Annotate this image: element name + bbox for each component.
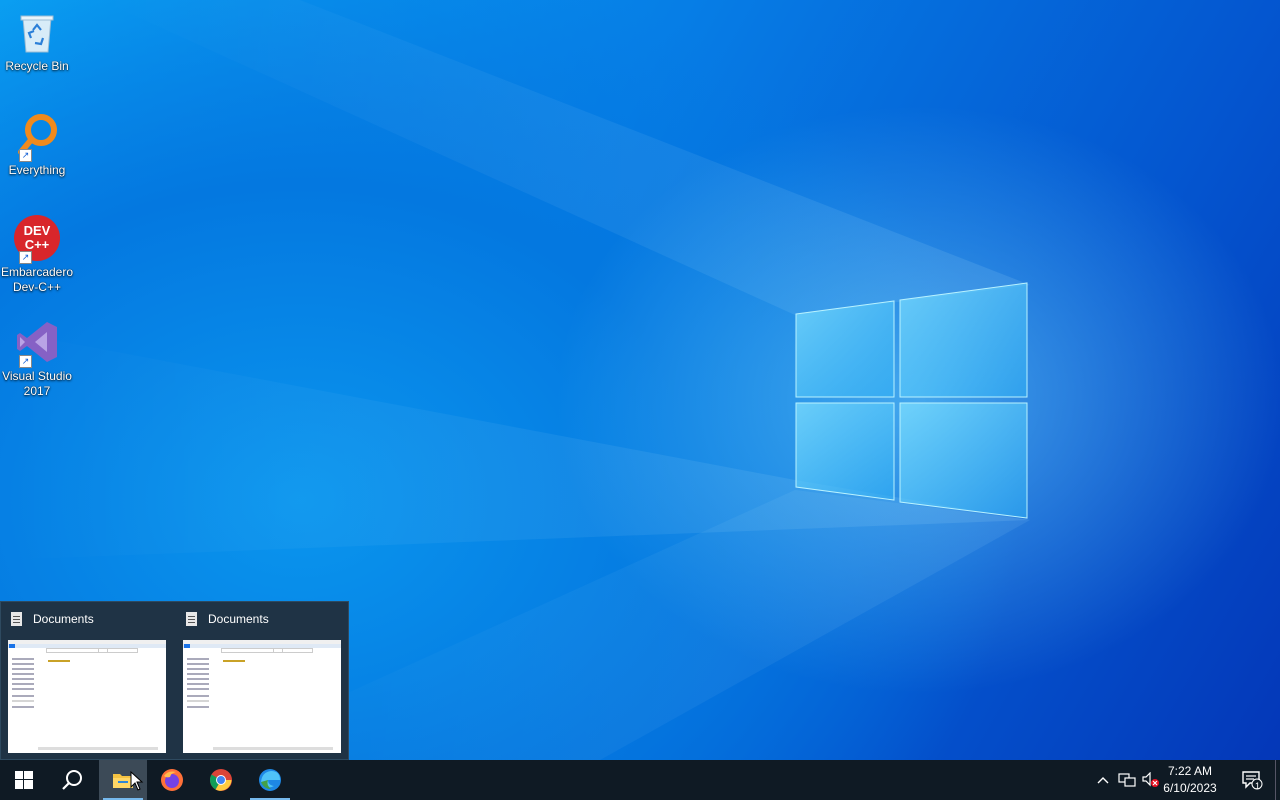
- firefox-icon: [161, 769, 183, 791]
- notification-count-badge: 1: [1255, 781, 1261, 791]
- network-tray-button[interactable]: [1116, 760, 1138, 800]
- shortcut-arrow-icon: ↗: [19, 251, 32, 264]
- desktop-icon-label: Everything: [8, 163, 66, 177]
- desktop-icon-visual-studio[interactable]: ↗ Visual Studio 2017: [0, 318, 74, 399]
- desktop-icon-devcpp[interactable]: DEV C++ ↗ Embarcadero Dev-C++: [0, 214, 74, 295]
- taskbar: 7:22 AM 6/10/2023 1: [0, 760, 1280, 800]
- clock-date: 6/10/2023: [1163, 781, 1217, 795]
- start-button[interactable]: [0, 760, 48, 800]
- clock[interactable]: 7:22 AM 6/10/2023: [1158, 763, 1222, 797]
- chevron-up-icon: [1097, 777, 1109, 784]
- desktop-icon-recycle-bin[interactable]: Recycle Bin: [0, 8, 74, 74]
- thumbnail-preview: [183, 640, 341, 753]
- thumbnail-preview: [8, 640, 166, 753]
- document-icon: [11, 612, 22, 626]
- svg-text:DEV: DEV: [24, 223, 51, 238]
- network-icon: [1118, 773, 1136, 787]
- windows-logo-wallpaper: [795, 282, 1028, 519]
- recycle-bin-icon: [13, 8, 61, 56]
- visual-studio-icon: ↗: [13, 318, 61, 368]
- desktop-icon-label: Recycle Bin: [5, 59, 69, 73]
- svg-text:C++: C++: [25, 237, 50, 252]
- clock-time: 7:22 AM: [1167, 764, 1213, 778]
- show-desktop-button[interactable]: [1275, 760, 1280, 800]
- thumbnail-header: Documents: [186, 610, 269, 628]
- edge-icon: [259, 769, 281, 791]
- windows-start-icon: [15, 771, 33, 789]
- taskbar-edge[interactable]: [246, 760, 294, 800]
- taskbar-chrome[interactable]: [197, 760, 245, 800]
- taskbar-firefox[interactable]: [148, 760, 196, 800]
- window-thumbnail[interactable]: Documents: [1, 602, 171, 760]
- document-icon: [186, 612, 197, 626]
- search-button[interactable]: [48, 760, 96, 800]
- thumbnail-title: Documents: [208, 612, 269, 626]
- chrome-icon: [210, 769, 232, 791]
- devcpp-icon: DEV C++ ↗: [13, 214, 61, 264]
- shortcut-arrow-icon: ↗: [19, 149, 32, 162]
- everything-icon: ↗: [13, 112, 61, 162]
- mouse-cursor-icon: [130, 771, 144, 791]
- show-hidden-icons-button[interactable]: [1092, 760, 1114, 800]
- window-thumbnail[interactable]: Documents: [176, 602, 346, 760]
- thumbnail-header: Documents: [11, 610, 94, 628]
- desktop-icon-label: Embarcadero Dev-C++: [0, 265, 74, 294]
- shortcut-arrow-icon: ↗: [19, 355, 32, 368]
- desktop-icon-label: Visual Studio 2017: [2, 369, 72, 398]
- action-center-button[interactable]: 1: [1232, 760, 1272, 800]
- desktop-icon-everything[interactable]: ↗ Everything: [0, 112, 74, 178]
- thumbnail-title: Documents: [33, 612, 94, 626]
- search-icon: [62, 770, 82, 790]
- taskbar-thumbnail-popup: Documents Documents: [0, 601, 349, 760]
